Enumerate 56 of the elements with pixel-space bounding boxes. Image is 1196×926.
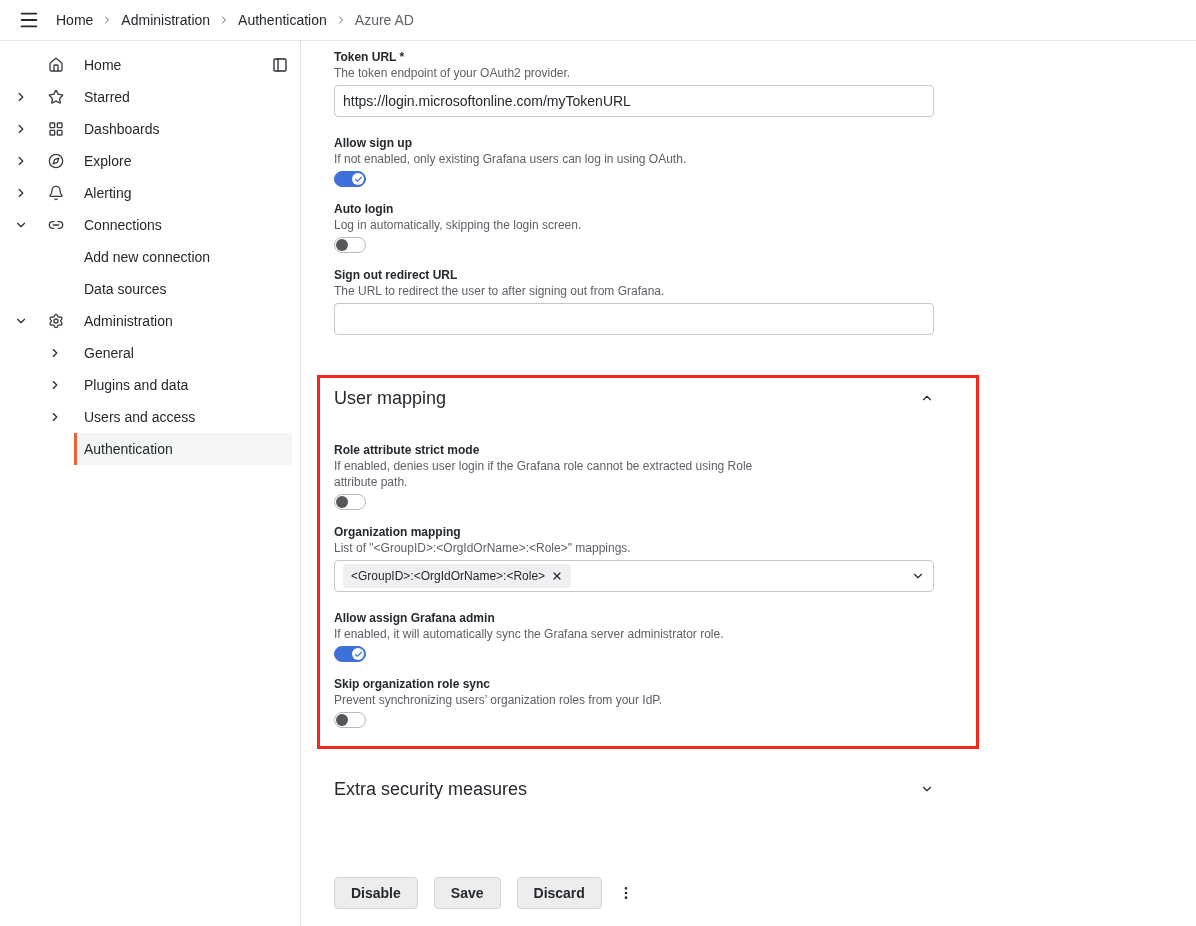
section-title: Extra security measures [334,778,528,801]
field-label: Role attribute strict mode [334,442,481,458]
star-icon [48,89,64,105]
text-field[interactable] [334,303,934,335]
sidebar-item[interactable]: Authentication [74,433,292,465]
action-button[interactable]: Disable [334,877,418,909]
field-description: Prevent synchronizing users’ organization roles from your IdP. [334,692,664,708]
field-description: The URL to redirect the user to after signing out from Grafana. [334,283,666,299]
action-button[interactable]: Discard [516,877,602,909]
sidebar-item[interactable]: Add new connection [84,241,292,273]
breadcrumb-link[interactable]: Administration [121,10,211,30]
breadcrumb-link[interactable]: Home [56,10,94,30]
compass-icon [48,153,64,169]
action-button[interactable]: Save [433,877,501,909]
sidebar-item[interactable]: Plugins and data [84,369,292,401]
field-label: Allow sign up [334,135,413,151]
toggle-switch[interactable] [334,646,366,662]
field-description: Log in automatically, skipping the login screen. [334,217,583,233]
mapping-tag: <GroupID>:<OrgIdOrName>:<Role> [343,564,572,588]
toggle-switch[interactable] [334,494,366,510]
toggle-switch[interactable] [334,171,366,187]
grid-icon [48,121,64,137]
bell-icon [48,185,64,201]
section-title: User mapping [334,387,447,410]
field-label: Organization mapping [334,524,462,540]
sidebar-item[interactable]: Explore [84,145,292,177]
field-label: Sign out redirect URL [334,267,459,283]
sidebar-item[interactable]: Data sources [84,273,292,305]
field-description: List of "<GroupID>:<OrgIdOrName>:<Role>" mappings. [334,540,632,556]
breadcrumb-link[interactable]: Azure AD [354,10,414,30]
field-description: The token endpoint of your OAuth2 provider. [334,65,572,81]
home-icon [48,57,64,73]
toggle-switch[interactable] [334,712,366,728]
check-icon [353,174,363,184]
gear-icon [48,313,64,329]
field-label: Allow assign Grafana admin [334,610,496,626]
breadcrumb-link[interactable]: Authentication [238,10,327,30]
text-field[interactable]: https://login.microsoftonline.com/myTokenURL [334,85,934,117]
field-description: If enabled, it will automatically sync the Grafana server administrator role. [334,626,725,642]
field-label: Token URL * [334,49,406,65]
sidebar-item[interactable]: Alerting [84,177,292,209]
field-description: If not enabled, only existing Grafana users can log in using OAuth. [334,151,688,167]
field-label: Auto login [334,201,395,217]
sidebar-item[interactable]: Dashboards [84,113,292,145]
multi-select-field[interactable]: <GroupID>:<OrgIdOrName>:<Role> [334,560,934,592]
sidebar-item[interactable]: Connections [84,209,292,241]
sidebar-item[interactable]: Administration [84,305,292,337]
check-icon [353,649,363,659]
sidebar-item[interactable]: General [84,337,292,369]
field-label: Skip organization role sync [334,676,492,692]
sidebar-item[interactable]: Home [84,49,272,81]
dock-menu-icon[interactable] [272,57,288,73]
field-description: If enabled, denies user login if the Grafana role cannot be extracted using Role attribute path. [334,458,754,490]
sidebar-item[interactable]: Users and access [84,401,292,433]
toggle-switch[interactable] [334,237,366,253]
sidebar-item[interactable]: Starred [84,81,292,113]
